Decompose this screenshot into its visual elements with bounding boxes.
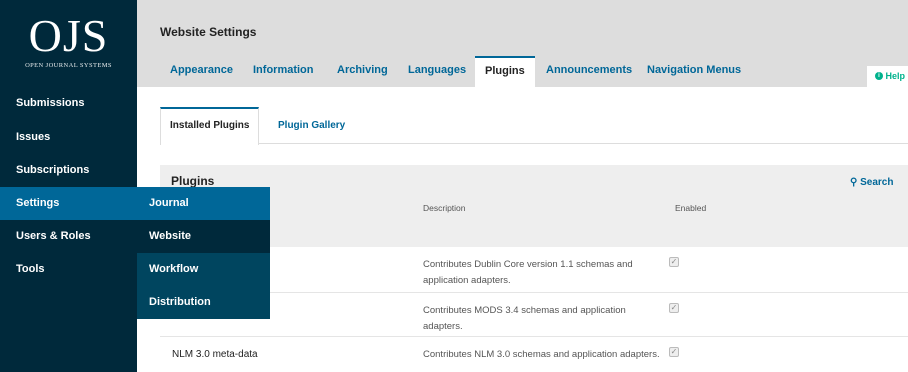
tab-information[interactable]: Information <box>253 56 314 87</box>
settings-submenu: Journal Website Workflow Distribution <box>137 187 270 319</box>
sidebar-item-tools[interactable]: Tools <box>0 253 137 286</box>
enabled-checkbox[interactable]: ✓ <box>669 257 679 267</box>
plugin-description: Contributes NLM 3.0 schemas and applicat… <box>423 349 660 360</box>
plugins-title: Plugins <box>171 174 215 188</box>
info-icon: i <box>875 71 883 80</box>
submenu-item-workflow[interactable]: Workflow <box>137 253 270 286</box>
sidebar-item-users-roles[interactable]: Users & Roles <box>0 220 137 253</box>
sidebar-item-subscriptions[interactable]: Subscriptions <box>0 154 137 187</box>
table-row: NLM 3.0 meta-data Contributes NLM 3.0 sc… <box>160 337 908 372</box>
tab-appearance[interactable]: Appearance <box>170 56 233 87</box>
plugin-subtabs: Installed Plugins Plugin Gallery <box>160 107 908 145</box>
sidebar-item-issues[interactable]: Issues <box>0 121 137 154</box>
search-icon: ⚲ <box>850 177 858 188</box>
plugins-panel-header: Plugins ⚲ Search Description Enabled <box>160 165 908 247</box>
submenu-item-website[interactable]: Website <box>137 220 270 253</box>
submenu-item-distribution[interactable]: Distribution <box>137 286 270 319</box>
tab-languages[interactable]: Languages <box>408 56 466 87</box>
column-header-description: Description <box>423 203 466 213</box>
search-button[interactable]: ⚲ Search <box>850 177 893 188</box>
enabled-checkbox[interactable]: ✓ <box>669 303 679 313</box>
logo-text: OJS <box>28 10 109 61</box>
plugin-description: Contributes MODS 3.4 schemas and applica… <box>423 305 626 332</box>
settings-header: Website Settings Appearance Information … <box>137 0 908 87</box>
tab-plugin-gallery[interactable]: Plugin Gallery <box>278 107 345 144</box>
table-row: Contributes MODS 3.4 schemas and applica… <box>160 293 908 337</box>
search-label: Search <box>860 177 894 188</box>
help-label: Help <box>885 71 906 81</box>
table-row: data Contributes Dublin Core version 1.1… <box>160 247 908 293</box>
sidebar-item-submissions[interactable]: Submissions <box>0 87 137 120</box>
enabled-checkbox[interactable]: ✓ <box>669 347 679 357</box>
tab-navigation-menus[interactable]: Navigation Menus <box>647 56 741 87</box>
tab-archiving[interactable]: Archiving <box>337 56 388 87</box>
plugin-description: Contributes Dublin Core version 1.1 sche… <box>423 259 633 286</box>
ojs-logo[interactable]: OJS OPEN JOURNAL SYSTEMS <box>0 0 137 86</box>
page-title: Website Settings <box>160 25 257 39</box>
tab-plugins[interactable]: Plugins <box>475 56 535 87</box>
logo-subtitle: OPEN JOURNAL SYSTEMS <box>25 62 112 69</box>
submenu-item-journal[interactable]: Journal <box>137 187 270 220</box>
column-header-enabled: Enabled <box>675 203 707 213</box>
plugin-name: NLM 3.0 meta-data <box>172 349 258 360</box>
tab-installed-plugins[interactable]: Installed Plugins <box>160 107 260 145</box>
help-button[interactable]: i Help <box>867 66 908 87</box>
tab-announcements[interactable]: Announcements <box>546 56 632 87</box>
